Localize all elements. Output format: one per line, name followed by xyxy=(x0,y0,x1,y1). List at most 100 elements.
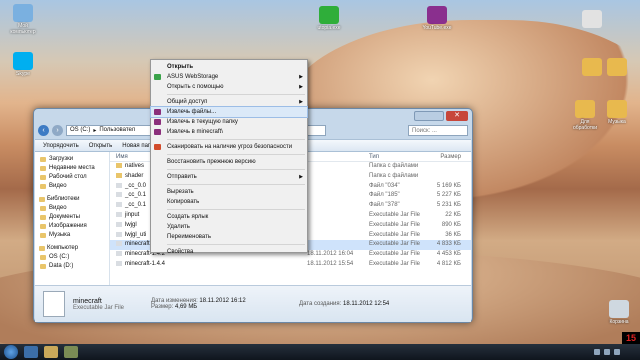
desktop-icon[interactable]: Для обработки xyxy=(568,100,602,131)
folder-icon xyxy=(39,246,45,251)
desktop-icon[interactable]: utopia.exe xyxy=(312,6,346,31)
nav-item-label: Изображения xyxy=(49,223,87,229)
nav-item[interactable]: Data (D:) xyxy=(35,262,109,271)
nav-item[interactable]: Библиотеки xyxy=(35,195,109,204)
menu-item[interactable]: Извлечь в minecraft\ xyxy=(151,127,307,137)
column-header[interactable]: Размер xyxy=(431,152,461,161)
desktop-icon-image xyxy=(13,52,33,70)
desktop-icon-image xyxy=(427,6,447,24)
desktop-icon[interactable]: Корзина xyxy=(602,300,636,325)
menu-item[interactable]: Копировать xyxy=(151,197,307,207)
menu-item-label: Сканировать на наличие угроз безопасност… xyxy=(167,144,293,150)
menu-separator xyxy=(167,139,305,140)
nav-item[interactable]: Изображения xyxy=(35,222,109,231)
desktop-icon[interactable]: YouTube.exe xyxy=(420,6,454,31)
column-header[interactable]: Тип xyxy=(369,152,431,161)
nav-item[interactable]: Компьютер xyxy=(35,244,109,253)
nav-item[interactable]: OS (C:) xyxy=(35,253,109,262)
tray-icon[interactable] xyxy=(604,349,610,355)
desktop-icon-label: Для обработки xyxy=(572,119,597,131)
details-file-name: minecraft xyxy=(73,297,102,305)
nav-item-label: Загрузки xyxy=(49,156,74,162)
menu-item-label: Удалить xyxy=(167,224,190,230)
file-type: Executable Jar File xyxy=(369,221,421,228)
minimize-maximize-buttons[interactable] xyxy=(414,111,444,121)
close-button[interactable]: ✕ xyxy=(446,111,468,121)
recording-badge: 15 xyxy=(622,332,640,344)
modified-value: 18.11.2012 16:12 xyxy=(199,298,246,304)
tray-icon[interactable] xyxy=(614,349,620,355)
file-type: Файл "378" xyxy=(369,202,400,209)
menu-separator xyxy=(167,169,305,170)
file-name: shader xyxy=(125,172,144,179)
file-date: 18.11.2012 15:54 xyxy=(307,260,354,267)
nav-item[interactable]: Загрузки xyxy=(35,155,109,164)
menu-item[interactable]: Создать ярлык xyxy=(151,212,307,222)
menu-item[interactable]: Удалить xyxy=(151,222,307,232)
menu-item[interactable]: Общий доступ ▶ xyxy=(151,97,307,107)
desktop-icon[interactable]: Skype xyxy=(6,52,40,77)
taskbar-folder-icon[interactable] xyxy=(44,346,58,358)
folder-icon xyxy=(40,255,46,260)
address-segment[interactable]: Пользовател xyxy=(99,127,135,133)
file-name: lwjgl_uti xyxy=(125,231,147,238)
desktop-icon-image xyxy=(319,6,339,24)
folder-icon xyxy=(40,215,46,220)
menu-item[interactable]: Открыть xyxy=(151,62,307,72)
nav-item[interactable]: Рабочий стол xyxy=(35,173,109,182)
column-header[interactable] xyxy=(307,152,369,161)
context-menu: Открыть ASUS WebStorage ▶ Открыть с помощью… xyxy=(150,59,308,255)
start-button[interactable] xyxy=(4,345,18,359)
file-size xyxy=(431,162,461,172)
tray-icon[interactable] xyxy=(594,349,600,355)
forward-button[interactable]: › xyxy=(52,124,63,136)
nav-item[interactable]: Видео xyxy=(35,182,109,191)
menu-item-label: Свойства xyxy=(167,249,194,255)
nav-item[interactable]: Музыка xyxy=(35,231,109,240)
file-type: Executable Jar File xyxy=(369,251,421,258)
desktop-icon[interactable] xyxy=(600,58,634,77)
menu-item[interactable]: Сканировать на наличие угроз безопасност… xyxy=(151,142,307,152)
search-input[interactable]: Поиск: ... xyxy=(408,124,468,136)
file-size: 4 833 КБ xyxy=(436,241,461,248)
file-row[interactable]: minecraft-1.4.4 18.11.2012 15:54 Executabl… xyxy=(110,260,471,270)
menu-item[interactable]: Свойства xyxy=(151,247,307,257)
menu-separator xyxy=(167,244,305,245)
nav-item-label: Документы xyxy=(49,214,80,220)
address-segment[interactable]: OS (C:) xyxy=(70,127,90,133)
file-name: _cc_0.1 xyxy=(125,192,147,199)
nav-item[interactable]: Недавние места xyxy=(35,164,109,173)
created-value: 18.11.2012 12:54 xyxy=(343,301,390,307)
toolbar-button[interactable]: Открыть xyxy=(89,143,113,149)
folder-icon xyxy=(40,184,46,189)
jar-file-icon xyxy=(116,221,122,227)
menu-item[interactable]: Переименовать xyxy=(151,232,307,242)
file-name: _cc_0.0 xyxy=(125,182,147,189)
menu-item[interactable]: Извлечь в текущую папку xyxy=(151,117,307,127)
desktop-icon[interactable] xyxy=(575,10,609,29)
menu-item[interactable]: Извлечь файлы... xyxy=(150,106,308,118)
desktop-icon[interactable]: Музыка xyxy=(600,100,634,125)
file-name: minecraft xyxy=(125,241,150,248)
menu-item[interactable]: Восстановить прежнюю версию xyxy=(151,157,307,167)
back-button[interactable]: ‹ xyxy=(38,124,49,136)
desktop-icon[interactable]: Мой компьютер xyxy=(6,4,40,35)
file-size: 22 КБ xyxy=(445,211,461,218)
file-type: Папка с файлами xyxy=(369,172,419,179)
folder-icon xyxy=(40,233,46,238)
created-label: Дата создания: xyxy=(299,301,342,307)
taskbar-app-icon[interactable] xyxy=(64,346,78,358)
menu-item-label: Извлечь файлы... xyxy=(167,109,217,115)
file-icon xyxy=(116,202,122,208)
file-date xyxy=(307,240,369,250)
folder-icon xyxy=(116,162,122,168)
taskbar-explorer-icon[interactable] xyxy=(24,346,38,358)
jar-file-icon xyxy=(116,231,122,237)
menu-item[interactable]: Открыть с помощью ▶ xyxy=(151,82,307,92)
menu-item[interactable]: Отправить ▶ xyxy=(151,172,307,182)
menu-item[interactable]: Вырезать xyxy=(151,187,307,197)
nav-item[interactable]: Документы xyxy=(35,213,109,222)
menu-item[interactable]: ASUS WebStorage ▶ xyxy=(151,72,307,82)
toolbar-button[interactable]: Упорядочить xyxy=(43,143,79,149)
nav-item[interactable]: Видео xyxy=(35,204,109,213)
